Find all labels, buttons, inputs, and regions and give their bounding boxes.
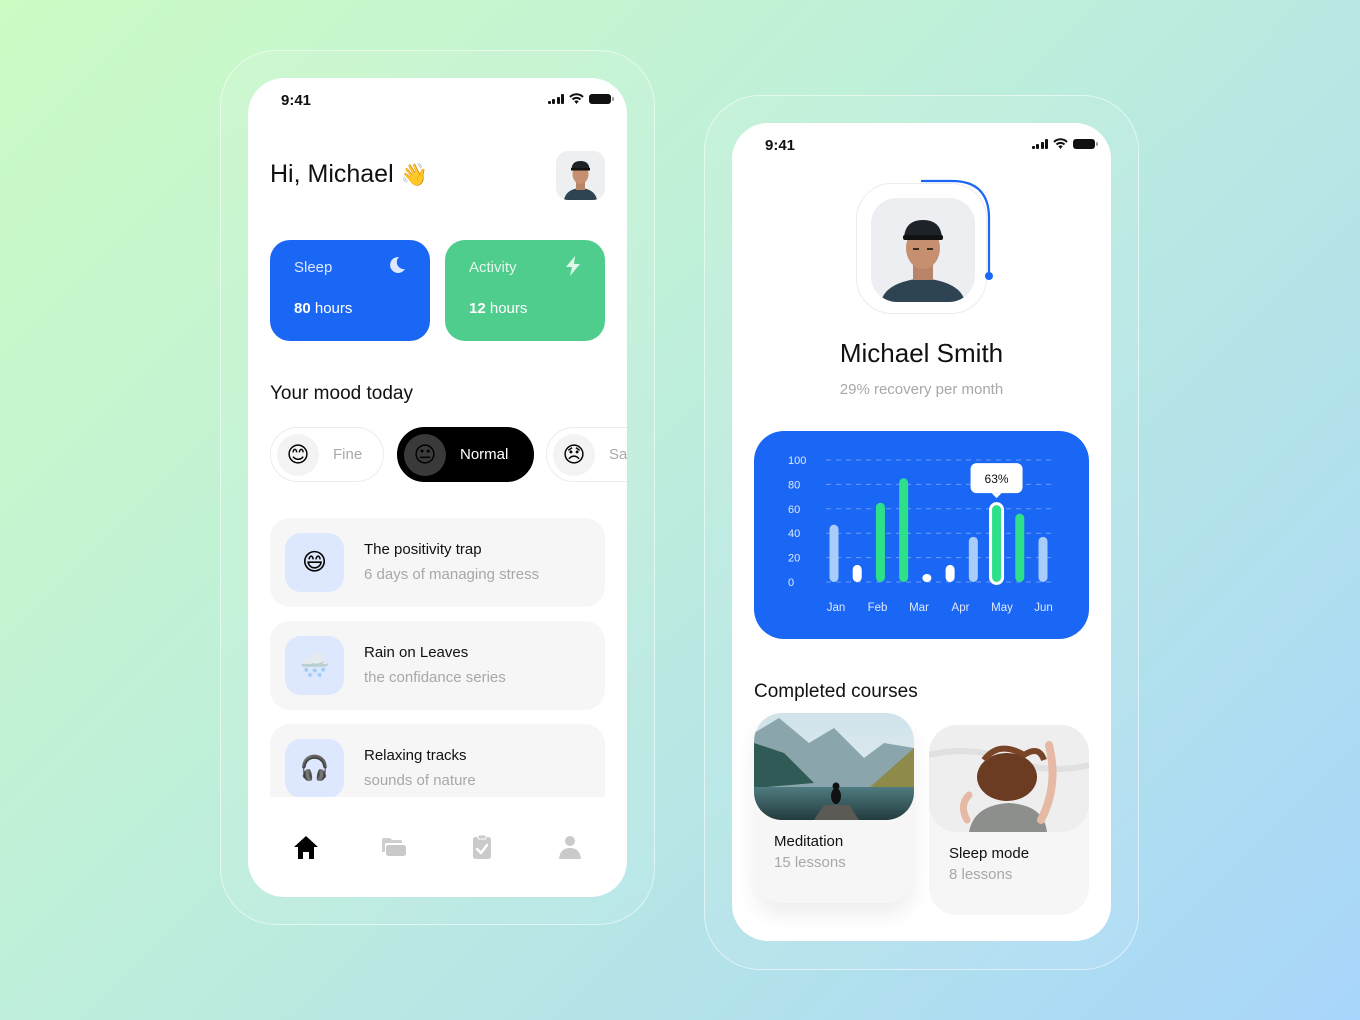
home-screen: 9:41 Hi, Michael 👋 Sleep 80 hours Activi… xyxy=(248,78,627,897)
nav-tasks[interactable] xyxy=(467,832,497,862)
folder-icon xyxy=(382,838,406,856)
y-tick-label: 100 xyxy=(788,455,806,467)
x-tick-label: Mar xyxy=(909,602,929,614)
activity-label: Activity xyxy=(469,259,517,276)
user-icon xyxy=(559,836,581,859)
x-tick-label: Apr xyxy=(952,602,970,614)
activity-stat-card[interactable]: Activity 12 hours xyxy=(445,240,605,341)
bar xyxy=(1038,536,1048,582)
status-bar: 9:41 xyxy=(732,123,1111,167)
courses-section-title: Completed courses xyxy=(754,681,918,702)
course-card-meditation[interactable]: Meditation 15 lessons xyxy=(754,713,914,903)
recovery-progress-arc xyxy=(921,179,993,280)
sad-face-icon: 😞 xyxy=(553,433,595,476)
battery-icon xyxy=(1073,138,1098,149)
tooltip-pointer xyxy=(991,493,1002,499)
recovery-chart: 0 20 40 60 80 100 Jan Feb Mar Apr May Jun 63% xyxy=(754,431,1089,639)
mountain-lake-photo xyxy=(754,713,914,820)
y-tick-label: 60 xyxy=(788,504,800,516)
mood-chip-fine[interactable]: 😊 Fine xyxy=(270,427,384,482)
neutral-face-icon: 😐 xyxy=(404,433,446,476)
bar xyxy=(1015,513,1025,582)
list-item[interactable]: 🌨️ Rain on Leaves the confidance series xyxy=(270,621,605,710)
headphones-icon: 🎧 xyxy=(285,739,344,797)
profile-screen: 9:41 Michael Smith 29% recovery per mont… xyxy=(732,123,1111,941)
bottom-nav xyxy=(248,818,627,878)
chart-svg: 0 20 40 60 80 100 Jan Feb Mar Apr May Jun 63% xyxy=(788,455,1054,614)
signal-icon xyxy=(1031,138,1048,149)
signal-icon xyxy=(547,93,564,104)
sleep-value: 80 hours xyxy=(294,300,353,317)
x-tick-label: May xyxy=(991,602,1013,614)
activity-value: 12 hours xyxy=(469,300,528,317)
home-icon xyxy=(294,836,318,859)
bar xyxy=(945,564,955,582)
course-card-sleep-mode[interactable]: Sleep mode 8 lessons xyxy=(929,725,1089,915)
x-tick-label: Jan xyxy=(827,602,846,614)
list-item[interactable]: 😄 The positivity trap 6 days of managing… xyxy=(270,518,605,607)
status-time: 9:41 xyxy=(765,137,796,154)
wifi-icon xyxy=(569,93,584,104)
list-item[interactable]: 🎧 Relaxing tracks sounds of nature xyxy=(270,724,605,797)
progress-end-dot xyxy=(985,272,993,280)
mood-chip-sad[interactable]: 😞 Sad xyxy=(546,427,627,482)
y-tick-label: 0 xyxy=(788,577,794,589)
tooltip-label: 63% xyxy=(985,472,1009,486)
avatar-photo xyxy=(556,151,605,200)
bar xyxy=(992,505,1002,582)
snow-cloud-icon: 🌨️ xyxy=(285,636,344,695)
mood-chip-normal[interactable]: 😐 Normal xyxy=(397,427,534,482)
clipboard-check-icon xyxy=(473,834,491,859)
greeting-heading: Hi, Michael 👋 xyxy=(270,160,429,188)
smiling-face-icon: 😊 xyxy=(277,433,319,476)
sleeping-woman-photo xyxy=(929,725,1089,832)
wifi-icon xyxy=(1053,138,1068,149)
y-tick-label: 40 xyxy=(788,528,800,540)
profile-subtitle: 29% recovery per month xyxy=(839,381,1004,398)
y-tick-label: 80 xyxy=(788,479,800,491)
lightning-icon xyxy=(565,256,581,282)
y-tick-label: 20 xyxy=(788,553,800,565)
bar xyxy=(922,574,932,582)
nav-folders[interactable] xyxy=(379,832,409,862)
sleep-stat-card[interactable]: Sleep 80 hours xyxy=(270,240,430,341)
mood-section-title: Your mood today xyxy=(270,383,413,404)
bar xyxy=(829,524,839,582)
x-tick-label: Feb xyxy=(868,602,888,614)
nav-home[interactable] xyxy=(291,832,321,862)
status-time: 9:41 xyxy=(281,92,312,109)
user-avatar[interactable] xyxy=(556,151,605,200)
bar xyxy=(875,502,885,582)
waving-hand-icon: 👋 xyxy=(400,162,429,187)
status-bar: 9:41 xyxy=(248,78,627,122)
sleep-label: Sleep xyxy=(294,259,333,276)
bar xyxy=(852,564,862,582)
bar xyxy=(968,536,978,582)
bar xyxy=(899,478,909,582)
nav-profile[interactable] xyxy=(555,832,585,862)
x-tick-label: Jun xyxy=(1034,602,1053,614)
grinning-face-icon: 😄 xyxy=(285,533,344,592)
moon-icon xyxy=(388,256,406,280)
profile-name: Michael Smith xyxy=(839,338,1004,368)
battery-icon xyxy=(589,93,614,104)
